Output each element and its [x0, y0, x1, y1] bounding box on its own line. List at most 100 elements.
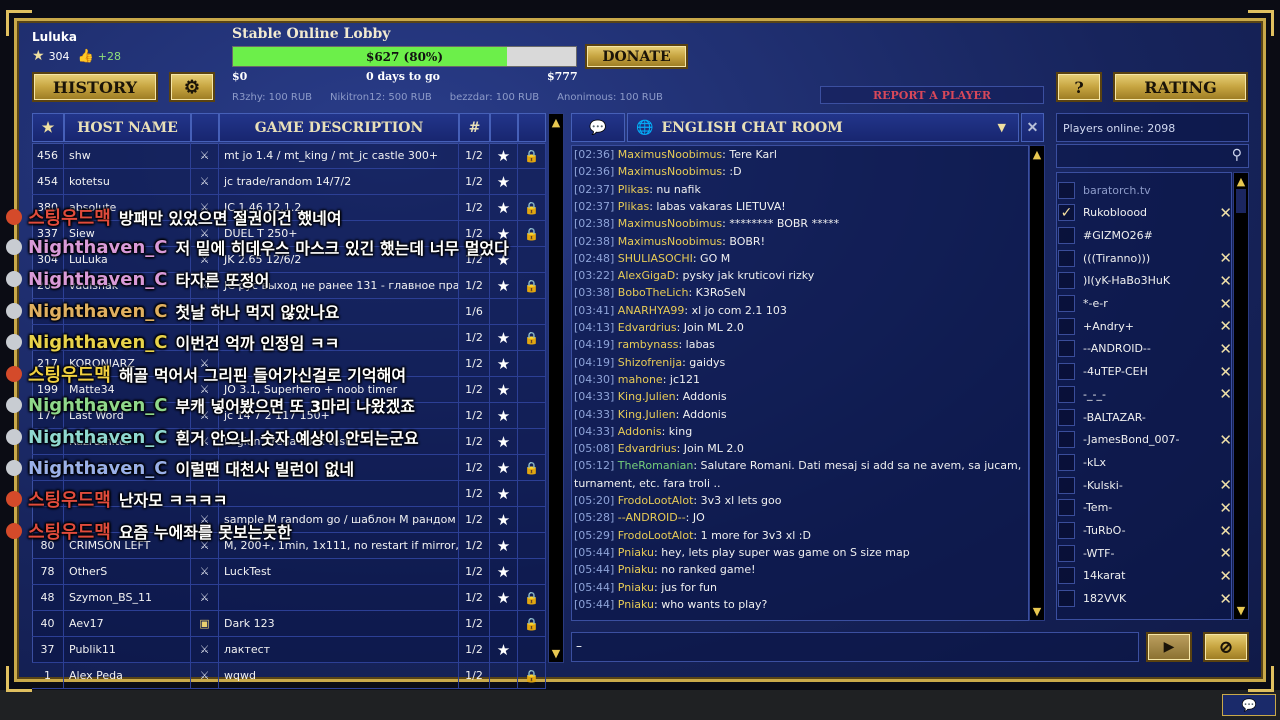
sort-by-rating-header[interactable]: ★	[32, 113, 64, 142]
chat-username[interactable]: Pniaku	[618, 581, 654, 594]
player-row[interactable]: -4uTEP-CEH ✕	[1058, 361, 1232, 383]
ignore-player-icon[interactable]: ✕	[1219, 431, 1232, 449]
chat-username[interactable]: Pniaku	[618, 563, 654, 576]
chat-username[interactable]: King.Julien	[618, 390, 676, 403]
player-row[interactable]: -JamesBond_007- ✕	[1058, 429, 1232, 451]
close-chat-button[interactable]: ✕	[1021, 113, 1044, 142]
player-checkbox[interactable]	[1058, 317, 1075, 335]
player-row[interactable]: -_-_- ✕	[1058, 383, 1232, 405]
player-row[interactable]: #GIZMO26#	[1058, 224, 1232, 246]
player-checkbox[interactable]: ✓	[1058, 204, 1075, 222]
chat-scrollbar[interactable]: ▲ ▼	[1029, 145, 1045, 621]
games-scrollbar[interactable]: ▲ ▼	[548, 113, 564, 663]
game-row[interactable]: 456 shw ⚔ mt jo 1.4 / mt_king / mt_jc castl…	[32, 143, 546, 169]
chat-username[interactable]: MaximusNoobimus	[618, 148, 722, 161]
ignore-player-icon[interactable]: ✕	[1219, 295, 1232, 313]
player-row[interactable]: baratorch.tv	[1058, 179, 1232, 201]
player-count-header[interactable]: #	[459, 113, 490, 142]
rating-button[interactable]: RATING	[1113, 72, 1248, 102]
chat-username[interactable]: AlexGigaD	[618, 269, 675, 282]
chat-username[interactable]: Shizofrenija	[618, 356, 682, 369]
clear-chat-button[interactable]: ⊘	[1203, 632, 1249, 662]
chat-username[interactable]: Pniaku	[618, 546, 654, 559]
chat-username[interactable]: MaximusNoobimus	[618, 235, 722, 248]
chat-username[interactable]: Plikas	[618, 200, 649, 213]
player-checkbox[interactable]	[1058, 181, 1075, 199]
game-row[interactable]: 1 Alex Peda ⚔ wqwd 1/2 🔒	[32, 663, 546, 689]
player-row[interactable]: 14karat ✕	[1058, 565, 1232, 587]
game-row[interactable]: 78 OtherS ⚔ LuckTest 1/2 ★	[32, 559, 546, 585]
chat-username[interactable]: rambynass	[618, 338, 679, 351]
chat-username[interactable]: Edvardrius	[618, 442, 677, 455]
ignore-player-icon[interactable]: ✕	[1219, 476, 1232, 494]
player-checkbox[interactable]	[1058, 226, 1075, 244]
game-row[interactable]: 40 Aev17 ▣ Dark 123 1/2 🔒	[32, 611, 546, 637]
help-button[interactable]: ?	[1056, 72, 1102, 102]
players-scrollbar[interactable]: ▲ ▼	[1233, 172, 1249, 620]
player-checkbox[interactable]	[1058, 522, 1075, 539]
player-checkbox[interactable]	[1058, 249, 1075, 267]
ignore-player-icon[interactable]: ✕	[1219, 204, 1232, 222]
ignore-player-icon[interactable]: ✕	[1219, 249, 1232, 267]
player-checkbox[interactable]	[1058, 453, 1075, 471]
history-button[interactable]: HISTORY	[32, 72, 158, 102]
chat-username[interactable]: SHULIASOCHI	[618, 252, 693, 265]
game-row[interactable]: 37 Publik11 ⚔ лактест 1/2 ★	[32, 637, 546, 663]
chat-username[interactable]: TheRomanian	[618, 459, 694, 472]
host-name-header[interactable]: HOST NAME	[64, 113, 191, 142]
game-row[interactable]: 454 kotetsu ⚔ jc trade/random 14/7/2 1/2 ★	[32, 169, 546, 195]
report-player-button[interactable]: REPORT A PLAYER	[820, 86, 1044, 104]
player-checkbox[interactable]	[1058, 340, 1075, 358]
chat-username[interactable]: --ANDROID--	[618, 511, 686, 524]
ignore-player-icon[interactable]: ✕	[1219, 363, 1232, 381]
game-type-header[interactable]	[191, 113, 219, 142]
player-row[interactable]: )I(yK-HaBo3HuK ✕	[1058, 270, 1232, 292]
ignore-player-icon[interactable]: ✕	[1219, 590, 1232, 608]
player-row[interactable]: 182VVK ✕	[1058, 588, 1232, 610]
player-checkbox[interactable]	[1058, 476, 1075, 494]
player-search-input[interactable]: ⚲	[1056, 144, 1249, 168]
player-checkbox[interactable]	[1058, 363, 1075, 381]
chat-username[interactable]: FrodoLootAlot	[618, 494, 694, 507]
chat-username[interactable]: King.Julien	[618, 408, 676, 421]
player-row[interactable]: -TuRbO- ✕	[1058, 520, 1232, 542]
chat-toggle-button[interactable]: 💬	[571, 113, 625, 142]
scroll-up-arrow[interactable]: ▲	[1234, 175, 1248, 188]
player-row[interactable]: -Tem- ✕	[1058, 497, 1232, 519]
player-checkbox[interactable]	[1058, 590, 1075, 608]
settings-button[interactable]: ⚙	[169, 72, 215, 102]
chat-username[interactable]: Pniaku	[618, 598, 654, 611]
chat-username[interactable]: MaximusNoobimus	[618, 165, 722, 178]
chat-username[interactable]: mahone	[618, 373, 663, 386]
player-row[interactable]: -kLx	[1058, 451, 1232, 473]
scroll-down-arrow[interactable]: ▼	[1030, 605, 1044, 618]
player-row[interactable]: +Andry+ ✕	[1058, 315, 1232, 337]
player-row[interactable]: ✓ Rukobloood ✕	[1058, 202, 1232, 224]
player-row[interactable]: -Kulski- ✕	[1058, 474, 1232, 496]
ignore-player-icon[interactable]: ✕	[1219, 544, 1232, 562]
chat-username[interactable]: Plikas	[618, 183, 649, 196]
chat-tray-button[interactable]: 💬	[1222, 694, 1276, 716]
player-checkbox[interactable]	[1058, 408, 1075, 426]
chat-username[interactable]: MaximusNoobimus	[618, 217, 722, 230]
chat-username[interactable]: BoboTheLich	[618, 286, 689, 299]
scroll-thumb[interactable]	[1236, 189, 1246, 213]
ignore-player-icon[interactable]: ✕	[1219, 567, 1232, 585]
chat-username[interactable]: Addonis	[618, 425, 662, 438]
ignore-player-icon[interactable]: ✕	[1219, 522, 1232, 540]
lock-header[interactable]	[518, 113, 546, 142]
game-description-header[interactable]: GAME DESCRIPTION	[219, 113, 459, 142]
player-row[interactable]: -WTF- ✕	[1058, 542, 1232, 564]
ignore-player-icon[interactable]: ✕	[1219, 499, 1232, 517]
player-checkbox[interactable]	[1058, 272, 1075, 290]
scroll-up-arrow[interactable]: ▲	[1030, 148, 1044, 161]
player-checkbox[interactable]	[1058, 385, 1075, 403]
player-row[interactable]: *-e-r ✕	[1058, 293, 1232, 315]
scroll-up-arrow[interactable]: ▲	[549, 116, 563, 129]
ignore-player-icon[interactable]: ✕	[1219, 385, 1232, 403]
scroll-down-arrow[interactable]: ▼	[1234, 604, 1248, 617]
player-row[interactable]: (((Tiranno))) ✕	[1058, 247, 1232, 269]
ignore-player-icon[interactable]: ✕	[1219, 272, 1232, 290]
player-row[interactable]: --ANDROID-- ✕	[1058, 338, 1232, 360]
player-checkbox[interactable]	[1058, 544, 1075, 562]
